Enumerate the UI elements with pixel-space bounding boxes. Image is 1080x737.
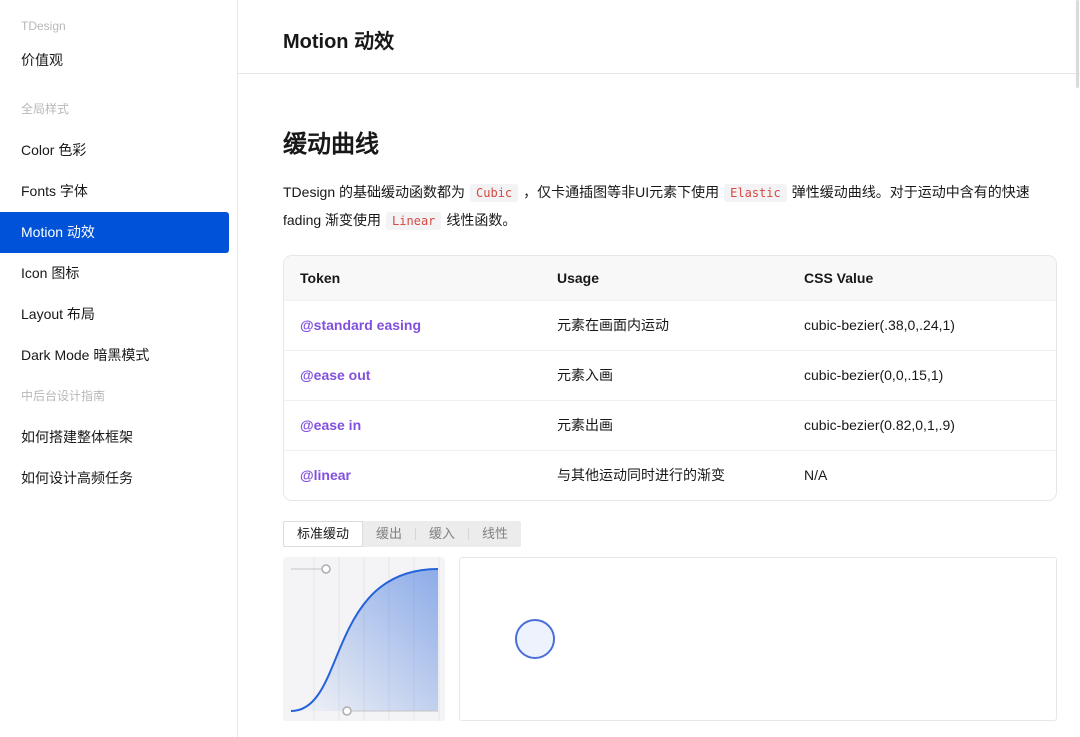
intro-paragraph: TDesign 的基础缓动函数都为 Cubic ，仅卡通插图等非UI元素下使用 Ela… (283, 179, 1057, 235)
code-cubic: Cubic (470, 184, 518, 202)
animation-stage (459, 557, 1057, 721)
scrollbar-thumb[interactable] (1076, 0, 1079, 88)
page-header: Motion 动效 (238, 0, 1080, 74)
sidebar-item-build-framework[interactable]: 如何搭建整体框架 (0, 417, 237, 458)
main-content: Motion 动效 缓动曲线 TDesign 的基础缓动函数都为 Cubic ，仅卡… (238, 0, 1080, 737)
column-header-css-value: CSS Value (788, 256, 1056, 300)
code-linear: Linear (386, 212, 441, 230)
table-row: @standard easing 元素在画面内运动 cubic-bezier(.… (284, 300, 1056, 350)
page-title: Motion 动效 (283, 25, 1035, 54)
intro-text-1: TDesign 的基础缓动函数都为 (283, 184, 465, 200)
tab-ease-in[interactable]: 缓入 (416, 522, 468, 546)
intro-text-2: ，仅卡通插图等非UI元素下使用 (523, 184, 719, 200)
animated-ball (515, 619, 555, 659)
token-ease-in[interactable]: @ease in (300, 417, 361, 433)
token-standard-easing[interactable]: @standard easing (300, 317, 421, 333)
css-value-cell: cubic-bezier(0,0,.15,1) (788, 350, 1056, 400)
usage-cell: 元素出画 (541, 400, 788, 450)
sidebar-group-global-styles: 全局样式 (0, 89, 237, 130)
sidebar-item-fonts[interactable]: Fonts 字体 (0, 171, 237, 212)
table-row: @ease in 元素出画 cubic-bezier(0.82,0,1,.9) (284, 400, 1056, 450)
sidebar-item-frequent-tasks[interactable]: 如何设计高频任务 (0, 458, 237, 499)
css-value-cell: cubic-bezier(0.82,0,1,.9) (788, 400, 1056, 450)
sidebar-item-color[interactable]: Color 色彩 (0, 130, 237, 171)
content-area: 缓动曲线 TDesign 的基础缓动函数都为 Cubic ，仅卡通插图等非UI元素下… (238, 74, 1080, 721)
sidebar-item-values[interactable]: 价值观 (0, 40, 237, 81)
tab-linear[interactable]: 线性 (469, 522, 521, 546)
bezier-curve-graph (283, 557, 445, 721)
section-title-easing-curves: 缓动曲线 (283, 124, 1035, 159)
sidebar-item-dark-mode[interactable]: Dark Mode 暗黑模式 (0, 335, 237, 376)
curve-handle-top[interactable] (322, 565, 330, 573)
sidebar-group-admin-guide: 中后台设计指南 (0, 376, 237, 417)
sidebar-item-motion[interactable]: Motion 动效 (0, 212, 229, 253)
code-elastic: Elastic (724, 184, 787, 202)
sidebar: TDesign 价值观 全局样式 Color 色彩 Fonts 字体 Motio… (0, 0, 238, 737)
token-ease-out[interactable]: @ease out (300, 367, 370, 383)
bezier-curve-editor[interactable] (283, 557, 445, 721)
sidebar-item-icon[interactable]: Icon 图标 (0, 253, 237, 294)
usage-cell: 与其他运动同时进行的渐变 (541, 450, 788, 500)
tab-ease-out[interactable]: 缓出 (363, 522, 415, 546)
table-row: @linear 与其他运动同时进行的渐变 N/A (284, 450, 1056, 500)
usage-cell: 元素在画面内运动 (541, 300, 788, 350)
easing-tokens-table: Token Usage CSS Value @standard easing 元… (283, 255, 1057, 501)
curve-handle-bottom[interactable] (343, 707, 351, 715)
logo-text[interactable]: TDesign (0, 12, 237, 40)
easing-demo (283, 557, 1057, 721)
token-linear[interactable]: @linear (300, 467, 351, 483)
sidebar-item-layout[interactable]: Layout 布局 (0, 294, 237, 335)
column-header-token: Token (284, 256, 541, 300)
css-value-cell: cubic-bezier(.38,0,.24,1) (788, 300, 1056, 350)
usage-cell: 元素入画 (541, 350, 788, 400)
table-row: @ease out 元素入画 cubic-bezier(0,0,.15,1) (284, 350, 1056, 400)
intro-text-4: 线性函数。 (446, 212, 516, 228)
table-header-row: Token Usage CSS Value (284, 256, 1056, 300)
tab-standard-easing[interactable]: 标准缓动 (283, 521, 363, 547)
easing-demo-tabs: 标准缓动 缓出 缓入 线性 (283, 521, 521, 547)
column-header-usage: Usage (541, 256, 788, 300)
css-value-cell: N/A (788, 450, 1056, 500)
app-window: TDesign 价值观 全局样式 Color 色彩 Fonts 字体 Motio… (0, 0, 1080, 737)
